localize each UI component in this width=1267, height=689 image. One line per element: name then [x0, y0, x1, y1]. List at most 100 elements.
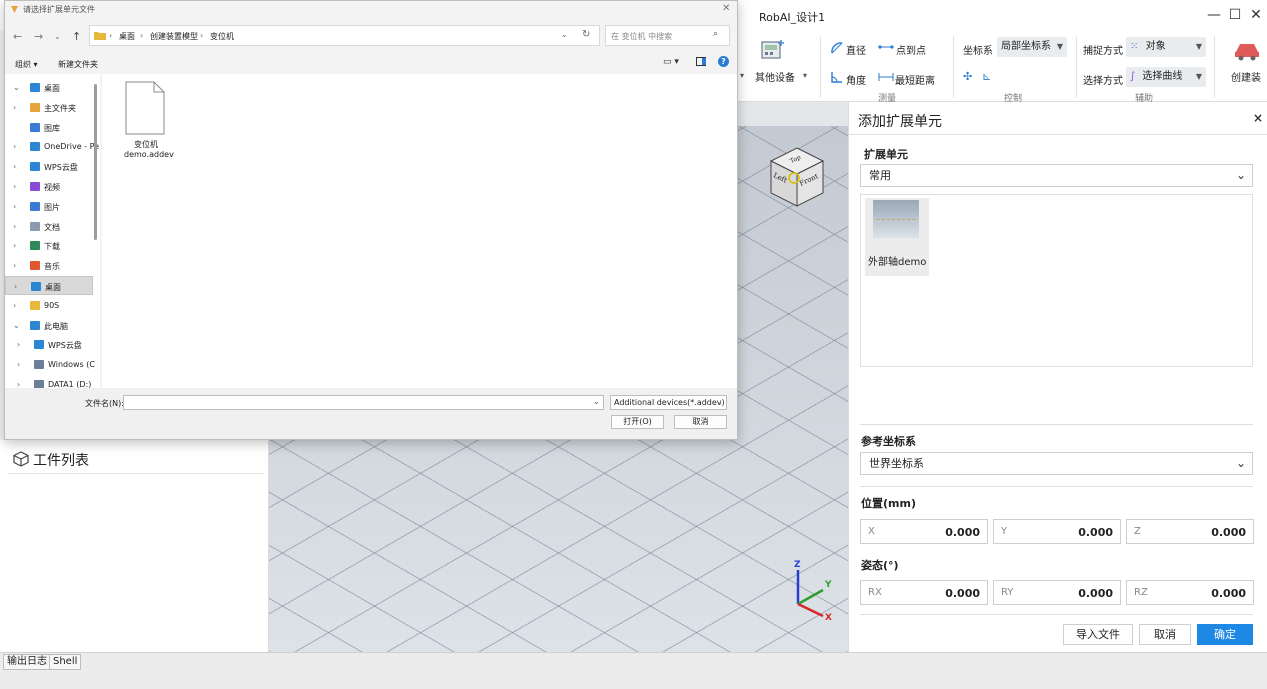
breadcrumb-item[interactable]: 变位机	[210, 31, 234, 42]
tree-item[interactable]: ⌄ 桌面	[5, 78, 93, 97]
attitude-ry-field[interactable]: RY 0.000	[993, 580, 1121, 605]
tree-item[interactable]: ⌄ 此电脑	[5, 316, 93, 335]
folder-icon	[30, 102, 40, 112]
tab-output-log[interactable]: 输出日志	[3, 654, 51, 670]
view-cube[interactable]: Top Left Front	[764, 144, 830, 210]
close-panel-button[interactable]: ×	[1253, 111, 1263, 125]
dialog-toolbar	[5, 54, 737, 74]
file-item[interactable]	[123, 80, 167, 136]
tree-item[interactable]: › 视频	[5, 177, 93, 196]
recent-locations-icon[interactable]: ⌄	[54, 32, 61, 41]
breadcrumb-item[interactable]: 桌面	[119, 31, 135, 42]
maximize-button[interactable]: ☐	[1224, 4, 1246, 26]
filename-label: 文件名(N):	[85, 399, 124, 408]
dialog-cancel-button[interactable]: 取消	[674, 415, 727, 429]
tree-item[interactable]: 图库	[5, 118, 93, 137]
point-to-point-button[interactable]: 点到点	[896, 42, 926, 57]
ribbon-overflow-arrow-icon[interactable]: ▾	[740, 71, 744, 80]
attitude-rx-field[interactable]: RX 0.000	[860, 580, 988, 605]
position-z-field[interactable]: Z 0.000	[1126, 519, 1254, 544]
minimize-button[interactable]: —	[1203, 4, 1225, 26]
shortest-distance-button[interactable]: 最短距离	[895, 72, 935, 87]
file-type-select[interactable]: Additional devices(*.addev) ⌄	[610, 395, 727, 410]
chevron-right-icon[interactable]: ›	[13, 241, 16, 250]
tree-scrollbar[interactable]	[94, 84, 97, 240]
move-axis-icon[interactable]: ✣	[963, 70, 972, 83]
tree-item[interactable]: › WPS云盘	[5, 157, 93, 176]
field-label: X	[868, 526, 875, 537]
chevron-right-icon[interactable]: ›	[13, 182, 16, 191]
ext-unit-item[interactable]: 外部轴demo	[865, 198, 929, 276]
other-devices-icon[interactable]	[760, 38, 786, 62]
chevron-right-icon[interactable]: ›	[13, 261, 16, 270]
tree-item[interactable]: › 文档	[5, 217, 93, 236]
chevron-down-icon[interactable]: ⌄	[13, 321, 20, 330]
field-value: 0.000	[945, 587, 980, 600]
ref-coord-select[interactable]: 世界坐标系 ⌄	[860, 452, 1253, 475]
other-devices-dropdown-icon[interactable]: ▾	[803, 71, 807, 80]
tree-item[interactable]: › WPS云盘	[5, 335, 93, 354]
chevron-right-icon[interactable]: ›	[13, 103, 16, 112]
search-icon[interactable]: ⌕	[713, 29, 718, 39]
panel-title: 添加扩展单元	[858, 114, 942, 130]
coord-frame-icon[interactable]: ⊾	[982, 70, 991, 83]
chevron-right-icon[interactable]: ›	[14, 282, 17, 291]
file-name-line1[interactable]: 变位机	[134, 139, 158, 150]
import-file-button[interactable]: 导入文件	[1063, 624, 1133, 645]
attitude-rz-field[interactable]: RZ 0.000	[1126, 580, 1254, 605]
snap-mode-select[interactable]: ⁙ 对象 ▼	[1126, 37, 1206, 57]
other-devices-button[interactable]: 其他设备	[755, 69, 795, 84]
chevron-right-icon[interactable]: ›	[13, 162, 16, 171]
chevron-right-icon[interactable]: ›	[17, 360, 20, 369]
axis-z-label: Z	[794, 560, 801, 570]
up-folder-icon[interactable]: ↑	[72, 30, 81, 43]
back-icon[interactable]: ←	[13, 30, 22, 43]
tree-item-label: 主文件夹	[44, 103, 76, 113]
chevron-right-icon[interactable]: ›	[13, 202, 16, 211]
address-dropdown-icon[interactable]: ⌄	[561, 30, 568, 39]
angle-button[interactable]: 角度	[846, 72, 866, 87]
chevron-right-icon[interactable]: ›	[13, 142, 16, 151]
organize-button[interactable]: 组织 ▾	[15, 59, 38, 70]
help-icon[interactable]: ?	[718, 56, 729, 67]
breadcrumb-item[interactable]: 创建装置模型	[150, 31, 198, 42]
create-device-button[interactable]: 创建装	[1231, 69, 1261, 84]
tree-item[interactable]: › 主文件夹	[5, 98, 93, 117]
chevron-down-icon[interactable]: ⌄	[13, 83, 20, 92]
forward-icon[interactable]: →	[34, 30, 43, 43]
chevron-right-icon[interactable]: ›	[17, 340, 20, 349]
cancel-button[interactable]: 取消	[1139, 624, 1191, 645]
breadcrumb-separator: ›	[109, 31, 113, 40]
position-y-field[interactable]: Y 0.000	[993, 519, 1121, 544]
preview-pane-fill	[702, 58, 706, 65]
tree-item[interactable]: › 下载	[5, 236, 93, 255]
tree-item[interactable]: › 图片	[5, 197, 93, 216]
open-button[interactable]: 打开(O)	[611, 415, 664, 429]
field-label: RX	[868, 587, 882, 598]
create-device-icon[interactable]	[1232, 36, 1262, 62]
tab-shell[interactable]: Shell	[49, 654, 82, 670]
tree-item[interactable]: › 音乐	[5, 256, 93, 275]
close-window-button[interactable]: ✕	[1245, 4, 1267, 26]
tree-item[interactable]: › OneDrive - Pe	[5, 137, 99, 156]
new-folder-button[interactable]: 新建文件夹	[58, 59, 98, 70]
tree-item[interactable]: › 90S	[5, 296, 93, 315]
view-mode-icon[interactable]: ▭ ▾	[663, 57, 679, 67]
coord-system-select[interactable]: 局部坐标系 ▼	[997, 37, 1067, 57]
refresh-icon[interactable]: ↻	[582, 29, 590, 40]
filename-dropdown-icon[interactable]: ⌄	[593, 397, 600, 406]
ext-unit-select[interactable]: 常用 ⌄	[860, 164, 1253, 187]
confirm-button[interactable]: 确定	[1197, 624, 1253, 645]
filename-input[interactable]	[123, 395, 604, 410]
dialog-close-button[interactable]: ✕	[722, 3, 730, 14]
chevron-right-icon[interactable]: ›	[13, 301, 16, 310]
tree-item[interactable]: › Windows (C	[5, 355, 95, 374]
chevron-right-icon[interactable]: ›	[13, 222, 16, 231]
preview-pane-icon[interactable]	[696, 57, 706, 66]
tree-item[interactable]: › 桌面	[5, 276, 93, 295]
position-x-field[interactable]: X 0.000	[860, 519, 988, 544]
section-divider	[860, 424, 1253, 425]
select-mode-select[interactable]: ∫ 选择曲线 ▼	[1126, 67, 1206, 87]
file-name-line2[interactable]: demo.addev	[124, 150, 174, 159]
diameter-button[interactable]: 直径	[846, 42, 866, 57]
